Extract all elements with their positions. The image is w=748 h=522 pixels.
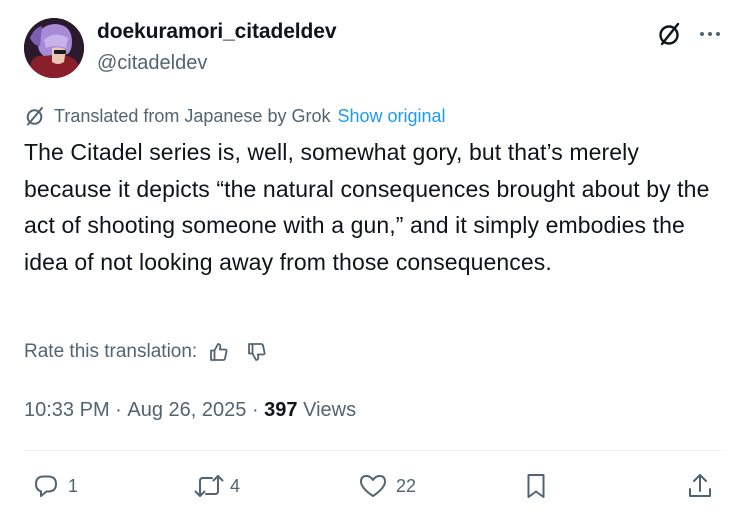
tweet-meta: 10:33 PM · Aug 26, 2025 · 397 Views (24, 396, 356, 424)
show-original-link[interactable]: Show original (337, 106, 445, 127)
display-name[interactable]: doekuramori_citadeldev (97, 20, 337, 44)
thumbs-down-icon (248, 343, 266, 361)
repost-count: 4 (230, 475, 241, 496)
action-bar: 1 4 22 (24, 466, 724, 506)
divider (24, 450, 724, 451)
views-label: Views (297, 398, 357, 421)
reply-count: 1 (68, 475, 79, 496)
tweet-date[interactable]: Aug 26, 2025 (127, 399, 246, 422)
views-count: 397 (264, 398, 298, 421)
repost-button[interactable]: 4 (192, 466, 240, 506)
more-icon (700, 32, 720, 36)
avatar-image (24, 18, 84, 78)
meta-separator: · (109, 398, 128, 421)
like-icon (360, 475, 386, 497)
translation-label: Translated from Japanese by Grok (54, 105, 331, 126)
grok-button[interactable] (654, 18, 686, 50)
thumbs-up-button[interactable] (207, 340, 231, 364)
rate-translation-label: Rate this translation: (24, 341, 198, 362)
more-options-button[interactable] (694, 18, 726, 50)
meta-separator: · (246, 398, 265, 421)
tweet-time[interactable]: 10:33 PM (24, 399, 110, 422)
tweet-text: The Citadel series is, well, somewhat go… (24, 139, 710, 275)
thumbs-down-button[interactable] (245, 340, 269, 364)
avatar[interactable] (24, 18, 84, 78)
bookmark-icon (527, 474, 545, 498)
rate-translation: Rate this translation: (24, 338, 269, 366)
bookmark-button[interactable] (522, 466, 550, 506)
reply-icon (35, 475, 57, 497)
grok-icon (659, 22, 680, 46)
repost-icon (194, 475, 224, 497)
like-button[interactable]: 22 (358, 466, 416, 506)
share-button[interactable] (686, 466, 714, 506)
grok-translate-icon (24, 105, 46, 127)
reply-button[interactable]: 1 (32, 466, 78, 506)
share-icon (689, 474, 711, 497)
thumbs-up-icon (210, 343, 228, 361)
like-count: 22 (396, 475, 417, 496)
user-handle[interactable]: @citadeldev (97, 52, 207, 75)
translation-notice: Translated from Japanese by Grok Show or… (24, 104, 446, 128)
